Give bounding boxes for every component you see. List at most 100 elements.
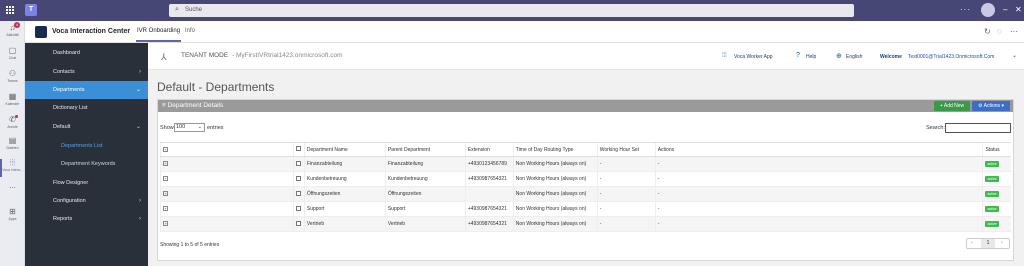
avatar[interactable] — [981, 3, 995, 17]
column-header-routing-type[interactable]: Time of Day Routing Type — [512, 142, 598, 157]
chevron-right-icon: › — [139, 69, 141, 75]
select-all-checkbox[interactable] — [295, 146, 301, 151]
minimize-icon[interactable]: – — [1003, 5, 1007, 14]
chevron-down-icon[interactable]: ⌄ — [1012, 52, 1017, 59]
row-checkbox[interactable] — [295, 190, 301, 196]
teams-logo-icon: T — [25, 4, 37, 16]
app-title: Voca Interaction Center — [52, 28, 131, 35]
column-header-status[interactable]: Status — [982, 142, 1011, 157]
refresh-icon[interactable]: ↻ — [984, 27, 991, 36]
actions-button[interactable]: ⚙ Actions ▾ — [972, 101, 1010, 111]
page-button-1[interactable]: 1 — [981, 239, 995, 248]
notification-badge: 4 — [14, 22, 20, 28]
language-selector[interactable]: English — [846, 54, 862, 60]
sidebar-item-reports[interactable]: Reports › — [25, 210, 148, 228]
teams-top-bar: T ⌕ Suche ··· – ✕ — [0, 0, 1024, 21]
rail-item-chat[interactable]: ▢ Chat — [0, 46, 25, 68]
table-header-row: + Department Name Parent Department Exte… — [160, 142, 1011, 157]
sidebar-item-contacts[interactable]: Contacts › — [25, 63, 148, 81]
cell-actions: - — [654, 201, 983, 217]
sidebar-item-default[interactable]: Default ⌄ — [25, 118, 148, 136]
column-header-department-name[interactable]: Department Name — [303, 142, 386, 157]
more-options-icon[interactable]: ⋯ — [1010, 27, 1018, 36]
row-checkbox[interactable] — [295, 205, 301, 211]
cell-department-name: Finanzabteilung — [303, 156, 386, 172]
status-badge[interactable]: active — [985, 191, 999, 197]
table-search-input[interactable] — [945, 123, 1011, 133]
add-new-button[interactable]: + Add New — [934, 101, 970, 111]
more-options-icon[interactable]: ··· — [960, 5, 971, 14]
close-icon[interactable]: ✕ — [1015, 5, 1022, 14]
expand-all-cell: + — [160, 142, 294, 157]
table-row: + Finanzabteilung Finanzabteilung +49301… — [160, 156, 1011, 172]
pagination: ‹ 1 › — [966, 238, 1010, 249]
cell-parent-department: Öffnungszeiten — [384, 186, 466, 202]
tab-info[interactable]: Info — [185, 28, 195, 34]
column-header-parent-department[interactable]: Parent Department — [384, 142, 466, 157]
chevron-right-icon: › — [139, 216, 141, 222]
rail-item-voca[interactable]: ⦙⦙⦙ Voca Intera... — [0, 158, 25, 180]
expand-icon[interactable]: + — [163, 221, 168, 226]
sidebar-item-dictionary-list[interactable]: Dictionary List — [25, 99, 148, 117]
expand-icon[interactable]: + — [163, 176, 168, 181]
app-launcher-icon[interactable] — [6, 6, 14, 14]
rail-item-files[interactable]: ▤ Dateien — [0, 136, 25, 158]
rail-item-activity[interactable]: ♫ 4 Aktivität — [0, 22, 25, 45]
help-link[interactable]: Help — [806, 54, 816, 60]
expand-icon[interactable]: + — [163, 206, 168, 211]
cell-actions: - — [654, 156, 983, 172]
sidebar-item-dashboard[interactable]: Dashboard — [25, 44, 148, 62]
show-label: Show — [160, 125, 174, 131]
cell-extension: +4930987654321 — [464, 171, 514, 187]
bell-icon: ♫ — [9, 23, 16, 32]
sidebar-item-flow-designer[interactable]: Flow Designer — [25, 174, 148, 192]
sidebar-item-departments-list[interactable]: Departments List — [25, 137, 148, 155]
cell-department-name: Öffnungszeiten — [303, 186, 386, 202]
column-header-working-hour-set[interactable]: Working Hour Set — [596, 142, 656, 157]
status-badge[interactable]: active — [985, 221, 999, 227]
cell-department-name: Vertrieb — [303, 216, 386, 232]
rail-item-more[interactable]: ... — [0, 181, 25, 203]
table-row: + Öffnungszeiten Öffnungszeiten Non Work… — [160, 186, 1011, 202]
status-badge[interactable]: active — [985, 176, 999, 182]
column-header-actions: Actions — [654, 142, 983, 157]
previous-page-button[interactable]: ‹ — [971, 239, 973, 248]
teams-icon: ⚇ — [8, 69, 17, 78]
rail-item-teams[interactable]: ⚇ Teams — [0, 69, 25, 91]
expand-icon[interactable]: + — [163, 146, 168, 152]
row-checkbox[interactable] — [295, 175, 301, 181]
entries-per-page-select[interactable]: 100 ⌄ — [174, 123, 205, 132]
tab-ivr-onboarding[interactable]: IVR Onboarding — [137, 28, 180, 34]
cell-extension: +4930123456789 — [464, 156, 514, 172]
expand-icon[interactable]: + — [163, 191, 168, 196]
voca-worker-icon: ⦙⦙⦙ — [722, 52, 727, 59]
column-header-extension[interactable]: Extension — [464, 142, 514, 157]
cell-routing-type: Non Working Hours (always on) — [512, 156, 598, 172]
sidebar-item-department-keywords[interactable]: Department Keywords — [25, 155, 148, 173]
voca-app-icon: ⦙⦙⦙ — [9, 158, 16, 167]
status-badge[interactable]: active — [985, 206, 999, 212]
cell-working-hour-set: - — [596, 186, 656, 202]
more-icon: ... — [9, 181, 16, 190]
page-title: Default - Departments — [157, 80, 275, 94]
next-page-button[interactable]: › — [1001, 239, 1003, 248]
app-header: Voca Interaction Center IVR Onboarding I… — [25, 21, 1024, 43]
rail-item-calendar[interactable]: ▦ Kalender — [0, 92, 25, 114]
help-icon: ? — [796, 52, 800, 59]
row-checkbox[interactable] — [295, 160, 301, 166]
status-badge[interactable]: active — [985, 161, 999, 167]
voca-worker-app-link[interactable]: Voca Worker App — [734, 54, 773, 60]
search-placeholder: Suche — [185, 7, 203, 13]
row-checkbox[interactable] — [295, 220, 301, 226]
rail-item-apps[interactable]: ⊞ Apps — [0, 207, 25, 229]
teams-search-input[interactable]: ⌕ Suche — [169, 4, 854, 17]
user-email-link[interactable]: Test0001@Trial1423.Onmicrosoft.Com — [908, 54, 994, 60]
shield-icon[interactable]: ◌ — [997, 27, 1002, 36]
cell-working-hour-set: - — [596, 156, 656, 172]
tenant-bar: ⅄ TENANT MODE - MyFirstIVRtrial1423.onmi… — [148, 43, 1024, 70]
sidebar-item-configuration[interactable]: Configuration › — [25, 192, 148, 210]
active-tab-indicator — [136, 40, 181, 42]
sidebar-item-departments[interactable]: Departments ⌄ — [25, 81, 148, 99]
expand-icon[interactable]: + — [163, 161, 168, 166]
rail-item-calls[interactable]: ✆ Anrufe — [0, 115, 25, 137]
